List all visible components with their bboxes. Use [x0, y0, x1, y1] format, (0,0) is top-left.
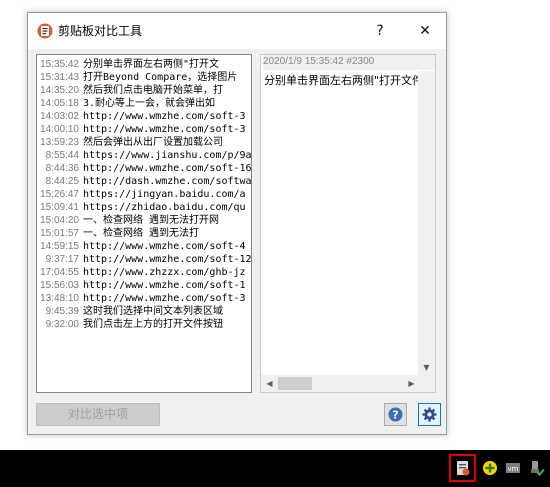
clipboard-compare-window: 剪贴板对比工具 ? ✕ 15:35:42 分别单击界面左右两侧"打开文 15:31:…: [27, 12, 447, 435]
history-time: 9:45:39: [45, 306, 79, 317]
title-bar[interactable]: 剪贴板对比工具 ? ✕: [28, 13, 446, 49]
svg-text:?: ?: [392, 409, 398, 422]
history-text: https://zhidao.baidu.com/qu: [83, 202, 246, 213]
history-time: 14:00:10: [40, 124, 79, 135]
svg-text:vm: vm: [508, 465, 519, 473]
history-row[interactable]: 8:44:25 http://dash.wmzhe.com/softwa: [37, 175, 251, 188]
clipboard-history-list[interactable]: 15:35:42 分别单击界面左右两侧"打开文 15:31:43 打开Beyond C…: [36, 54, 252, 393]
history-time: 15:26:47: [40, 189, 79, 200]
history-text: http://www.wmzhe.com/soft-3: [83, 124, 246, 135]
history-time: 9:37:17: [45, 254, 79, 265]
settings-button[interactable]: [418, 403, 441, 426]
history-time: 13:59:23: [40, 137, 79, 148]
history-time: 8:44:25: [45, 176, 79, 187]
compare-selected-button[interactable]: 对比选中项: [36, 403, 160, 426]
history-time: 14:03:02: [40, 111, 79, 122]
history-text: 一、检查网络 遇到无法打: [83, 228, 200, 239]
history-time: 14:05:18: [40, 98, 79, 109]
history-row[interactable]: 13:48:10 http://www.wmzhe.com/soft-3: [37, 292, 251, 305]
history-text: 分别单击界面左右两侧"打开文: [83, 59, 220, 70]
vm-icon[interactable]: vm: [505, 460, 521, 476]
history-row[interactable]: 8:44:36 http://www.wmzhe.com/soft-16: [37, 162, 251, 175]
history-text: http://www.wmzhe.com/soft-16: [83, 163, 252, 174]
history-time: 15:09:41: [40, 202, 79, 213]
history-text: 然后会弹出从出厂设置加载公司: [83, 137, 223, 148]
history-row[interactable]: 14:59:15 http://www.wmzhe.com/soft-4: [37, 240, 251, 253]
history-text: 打开Beyond Compare，选择图片: [83, 72, 238, 83]
history-row[interactable]: 9:32:00 我们点击左上方的打开文件按钮: [37, 318, 251, 331]
history-time: 15:35:42: [40, 59, 79, 70]
highlight-box: [449, 454, 476, 482]
history-time: 15:01:57: [40, 228, 79, 239]
history-row[interactable]: 15:04:20 一、检查网络 遇到无法打开网: [37, 214, 251, 227]
history-time: 14:35:20: [40, 85, 79, 96]
detail-meta: 2020/1/9 15:35:42 #2300: [263, 55, 435, 70]
safely-remove-hardware-icon[interactable]: [529, 460, 545, 476]
history-row[interactable]: 9:45:39 这时我们选择中间文本列表区域: [37, 305, 251, 318]
history-row[interactable]: 15:26:47 https://jingyan.baidu.com/a: [37, 188, 251, 201]
close-button[interactable]: ✕: [405, 13, 445, 49]
history-text: http://www.zhzzx.com/ghb-jz: [83, 267, 246, 278]
detail-panel[interactable]: 2020/1/9 15:35:42 #2300 分别单击界面左右两侧"打开文件 …: [260, 54, 436, 393]
history-time: 14:59:15: [40, 241, 79, 252]
history-text: http://www.wmzhe.com/soft-3: [83, 293, 246, 304]
history-text: http://www.wmzhe.com/soft-4: [83, 241, 246, 252]
scroll-corner: [418, 375, 435, 392]
history-text: 3.耐心等上一会，就会弹出如: [83, 98, 216, 109]
history-time: 15:56:03: [40, 280, 79, 291]
history-row[interactable]: 14:00:10 http://www.wmzhe.com/soft-3: [37, 123, 251, 136]
horizontal-scrollbar[interactable]: ◀ ▶: [261, 375, 420, 392]
history-row[interactable]: 15:35:42 分别单击界面左右两侧"打开文: [37, 58, 251, 71]
help-button[interactable]: ?: [384, 403, 407, 426]
app-icon: [37, 23, 53, 39]
history-text: 我们点击左上方的打开文件按钮: [83, 319, 223, 330]
scroll-left-icon[interactable]: ◀: [261, 375, 278, 392]
history-time: 8:55:44: [45, 150, 79, 161]
detail-text: 分别单击界面左右两侧"打开文件: [264, 74, 424, 87]
history-text: https://jingyan.baidu.com/a: [83, 189, 246, 200]
history-time: 17:04:55: [40, 267, 79, 278]
history-row[interactable]: 13:59:23 然后会弹出从出厂设置加载公司: [37, 136, 251, 149]
history-text: http://www.wmzhe.com/soft-1: [83, 280, 246, 291]
add-icon[interactable]: [482, 460, 498, 476]
history-row[interactable]: 9:37:17 http://www.wmzhe.com/soft-12: [37, 253, 251, 266]
history-time: 13:48:10: [40, 293, 79, 304]
scroll-down-icon[interactable]: ▼: [418, 359, 435, 376]
history-time: 15:31:43: [40, 72, 79, 83]
history-row[interactable]: 15:01:57 一、检查网络 遇到无法打: [37, 227, 251, 240]
help-icon: ?: [388, 407, 403, 422]
history-text: http://www.wmzhe.com/soft-3: [83, 111, 246, 122]
history-time: 9:32:00: [45, 319, 79, 330]
history-row[interactable]: 17:04:55 http://www.zhzzx.com/ghb-jz: [37, 266, 251, 279]
scroll-thumb[interactable]: [278, 377, 312, 390]
history-row[interactable]: 15:56:03 http://www.wmzhe.com/soft-1: [37, 279, 251, 292]
window-title: 剪贴板对比工具: [58, 24, 143, 38]
history-row[interactable]: 15:31:43 打开Beyond Compare，选择图片: [37, 71, 251, 84]
history-row[interactable]: 14:03:02 http://www.wmzhe.com/soft-3: [37, 110, 251, 123]
history-row[interactable]: 8:55:44 https://www.jianshu.com/p/9a: [37, 149, 251, 162]
history-row[interactable]: 14:35:20 然后我们点击电脑开始菜单，打: [37, 84, 251, 97]
history-row[interactable]: 14:05:18 3.耐心等上一会，就会弹出如: [37, 97, 251, 110]
history-text: 然后我们点击电脑开始菜单，打: [83, 85, 223, 96]
history-text: 一、检查网络 遇到无法打开网: [83, 215, 220, 226]
history-row[interactable]: 15:09:41 https://zhidao.baidu.com/qu: [37, 201, 251, 214]
gear-icon: [422, 407, 437, 422]
vertical-scrollbar[interactable]: ▼: [418, 71, 435, 376]
help-titlebar-button[interactable]: ?: [360, 13, 400, 49]
history-text: http://dash.wmzhe.com/softwa: [83, 176, 252, 187]
history-text: http://www.wmzhe.com/soft-12: [83, 254, 252, 265]
history-text: https://www.jianshu.com/p/9a: [83, 150, 252, 161]
history-text: 这时我们选择中间文本列表区域: [83, 306, 223, 317]
history-time: 8:44:36: [45, 163, 79, 174]
history-time: 15:04:20: [40, 215, 79, 226]
